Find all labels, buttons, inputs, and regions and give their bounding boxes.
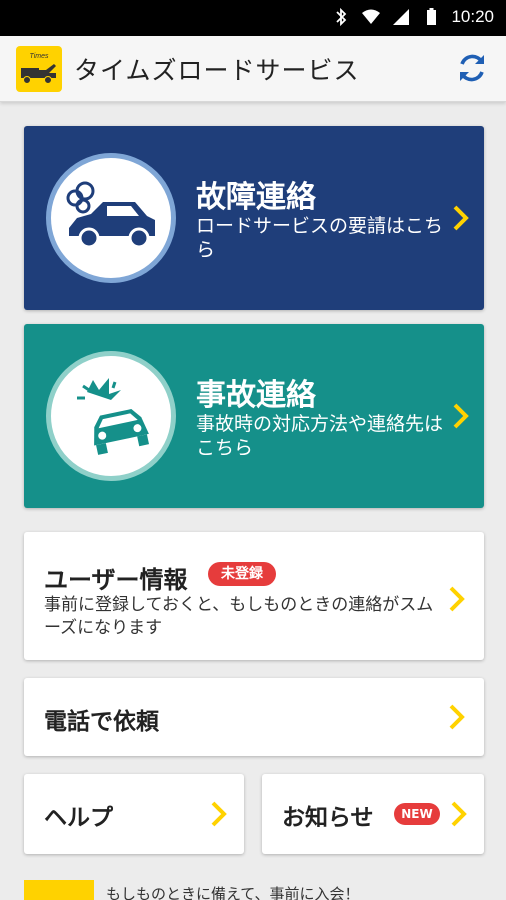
chevron-right-icon [453, 403, 469, 429]
phone-request-title: 電話で依頼 [44, 709, 159, 735]
breakdown-illustration [46, 153, 176, 283]
app-logo: Times [16, 46, 62, 92]
broken-car-icon [66, 181, 155, 249]
signal-icon [393, 9, 410, 25]
news-title: お知らせ [282, 805, 374, 831]
crashed-car-icon [77, 378, 150, 455]
banner-text: もしものときに備えて、事前に入会！ [106, 885, 360, 900]
unregistered-badge: 未登録 [208, 562, 276, 586]
status-time: 10:20 [451, 7, 494, 26]
refresh-icon[interactable] [454, 50, 490, 86]
app-bar: Times タイムズロードサービス [0, 36, 506, 102]
chevron-right-icon [451, 801, 467, 827]
user-info-card[interactable]: ユーザー情報 未登録 事前に登録しておくと、もしものときの連絡がスムーズになりま… [24, 532, 484, 660]
accident-title: 事故連絡 [196, 378, 316, 413]
banner-image [24, 880, 94, 900]
wifi-icon [362, 9, 381, 24]
status-bar: 10:20 [0, 0, 506, 36]
help-card[interactable]: ヘルプ [24, 774, 244, 854]
user-info-title: ユーザー情報 [44, 566, 188, 594]
chevron-right-icon [449, 704, 465, 730]
user-info-description: 事前に登録しておくと、もしものときの連絡がスムーズになります [44, 595, 434, 638]
accident-subtitle: 事故時の対応方法や連絡先はこちら [196, 413, 444, 459]
chevron-right-icon [453, 205, 469, 231]
app-title: タイムズロードサービス [74, 56, 360, 85]
chevron-right-icon [211, 801, 227, 827]
news-card[interactable]: お知らせ NEW [262, 774, 484, 854]
status-icons: 10:20 [331, 7, 494, 27]
accident-illustration [46, 351, 176, 481]
breakdown-contact-card[interactable]: 故障連絡 ロードサービスの要請はこちら [24, 126, 484, 310]
battery-icon [427, 8, 437, 25]
tow-truck-icon: Times [21, 53, 56, 84]
new-badge: NEW [394, 803, 440, 825]
membership-banner[interactable]: もしものときに備えて、事前に入会！ [24, 878, 484, 900]
phone-request-card[interactable]: 電話で依頼 [24, 678, 484, 756]
svg-text:Times: Times [30, 53, 49, 60]
accident-contact-card[interactable]: 事故連絡 事故時の対応方法や連絡先はこちら [24, 324, 484, 508]
breakdown-subtitle: ロードサービスの要請はこちら [196, 215, 444, 261]
bluetooth-icon [336, 7, 347, 27]
help-title: ヘルプ [44, 805, 113, 831]
chevron-right-icon [449, 586, 465, 612]
breakdown-title: 故障連絡 [196, 180, 316, 215]
